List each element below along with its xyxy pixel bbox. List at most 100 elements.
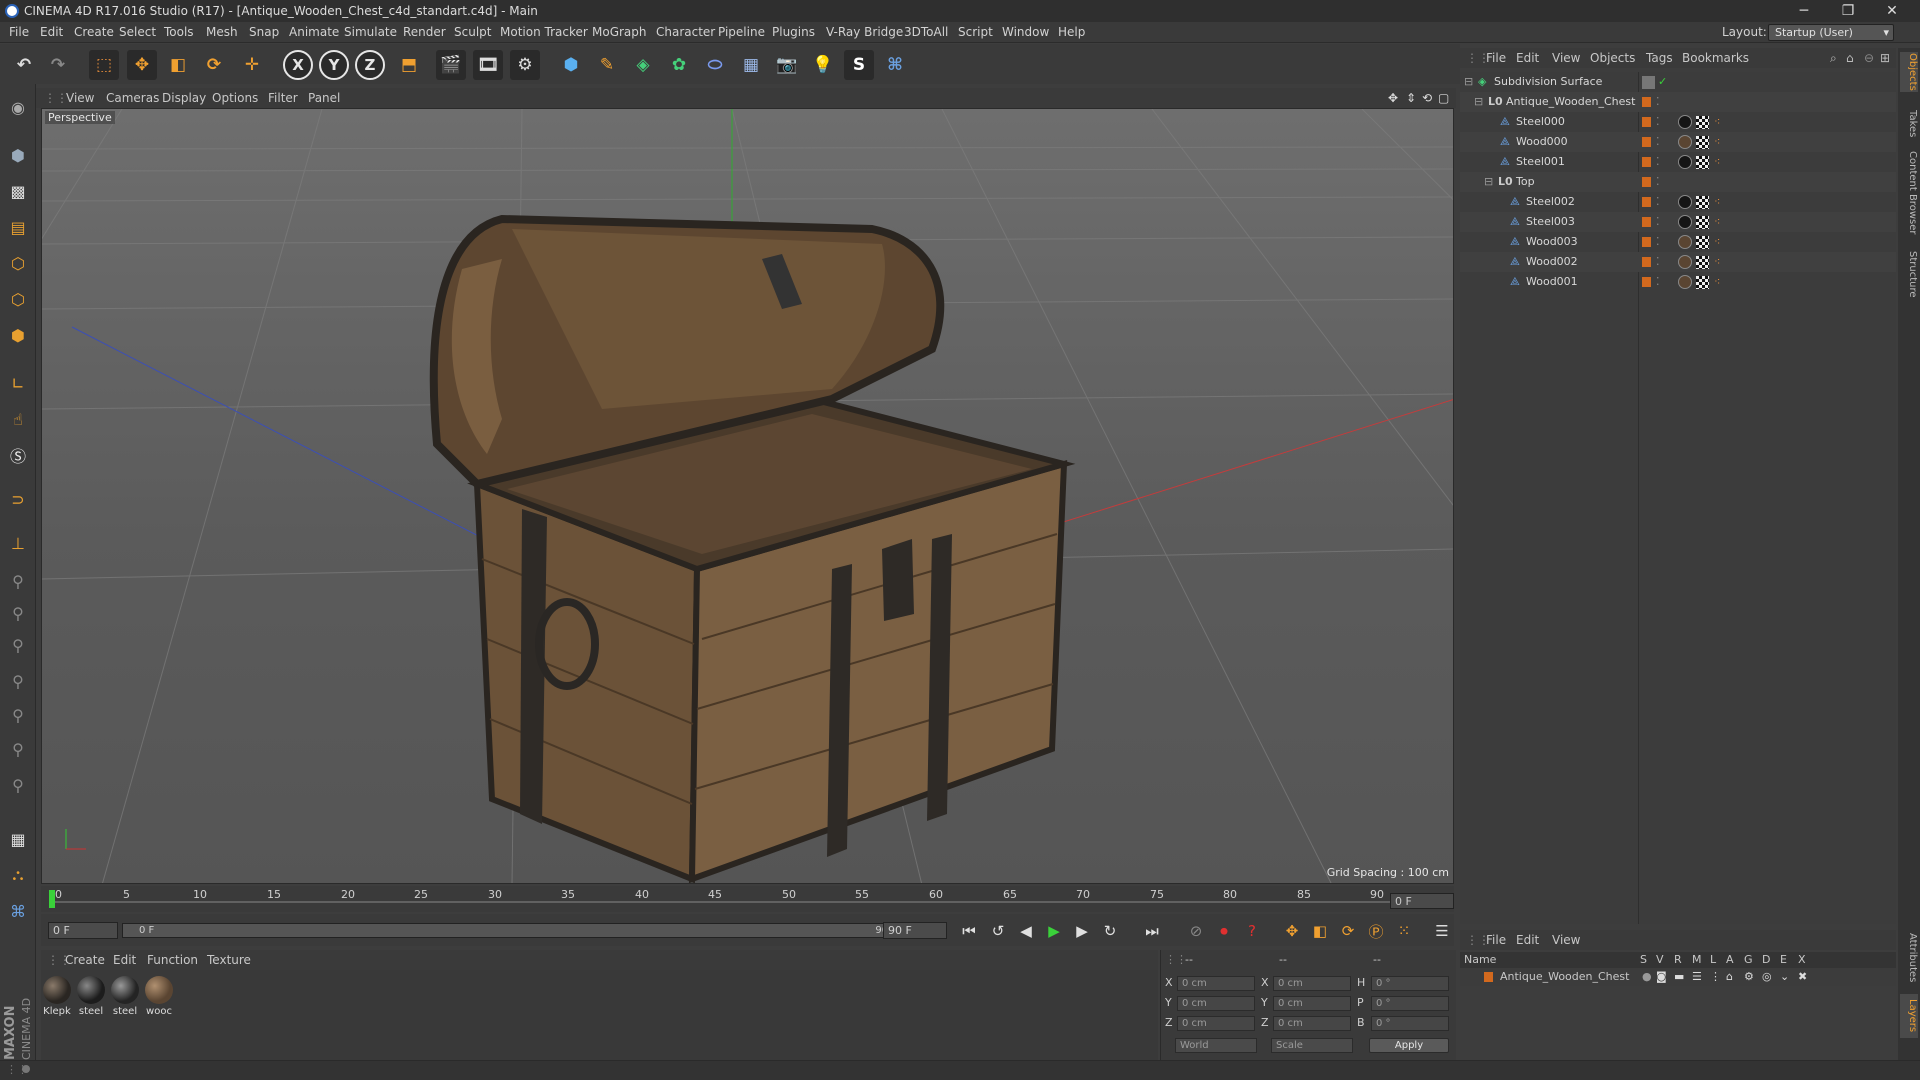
new-view-icon[interactable]: ⊖ (1864, 48, 1874, 68)
perspective-viewport[interactable]: Perspective Grid Spacing : 100 cm (41, 108, 1454, 884)
pen-spline-icon[interactable]: ✎ (592, 50, 622, 80)
menu-sculpt[interactable]: Sculpt (454, 22, 491, 43)
expression-toggle-icon[interactable]: ⌄ (1780, 968, 1789, 986)
loop-tool-icon[interactable]: ⚲ (3, 734, 33, 764)
viewport-maximize-icon[interactable]: ▢ (1438, 88, 1449, 108)
camera-icon[interactable]: 📷 (772, 50, 802, 80)
minimize-button[interactable]: ─ (1782, 0, 1826, 22)
menu-pipeline[interactable]: Pipeline (718, 22, 765, 43)
menu-3dtoall[interactable]: 3DToAll (904, 22, 948, 43)
object-row-wood003[interactable]: ⟁ Wood003 ⁚ ⁖ (1460, 232, 1896, 252)
visibility-dots-icon[interactable]: ⁚ (1656, 252, 1660, 272)
animation-toggle-icon[interactable]: ⌂ (1726, 968, 1733, 986)
menu-vray-bridge[interactable]: V-Ray Bridge (826, 22, 903, 43)
restore-button[interactable]: ❐ (1826, 0, 1870, 22)
visibility-dots-icon[interactable]: ⁚ (1656, 92, 1660, 112)
y-axis-lock-button[interactable]: Y (319, 50, 349, 80)
knife-tool-icon[interactable]: ⚲ (3, 666, 33, 696)
visibility-dots-icon[interactable]: ⁚ (1656, 212, 1660, 232)
z-axis-lock-button[interactable]: Z (355, 50, 385, 80)
tab-attributes[interactable]: Attributes (1900, 928, 1918, 988)
material-tag-icon[interactable] (1678, 135, 1692, 149)
material-tag-icon[interactable] (1678, 275, 1692, 289)
material-swatch[interactable]: steel (110, 976, 140, 1017)
viewport-rotate-icon[interactable]: ⟲ (1422, 88, 1432, 108)
layer-color-icon[interactable] (1642, 217, 1651, 227)
menu-simulate[interactable]: Simulate (344, 22, 397, 43)
next-frame-icon[interactable]: ▶ (1071, 920, 1093, 942)
scale-icon[interactable]: ◧ (163, 50, 193, 80)
objects-menu-objects[interactable]: Objects (1590, 48, 1635, 68)
current-frame-field[interactable]: 0 F (1390, 893, 1454, 909)
auto-key-icon[interactable]: ? (1241, 920, 1263, 942)
material-tag-icon[interactable] (1678, 195, 1692, 209)
menu-edit[interactable]: Edit (40, 22, 63, 43)
go-to-start-icon[interactable]: ⏮ (958, 920, 980, 942)
coordinate-mode-select[interactable]: World (1175, 1038, 1257, 1053)
viewport-menu-cameras[interactable]: Cameras (106, 88, 159, 108)
uvw-tag-icon[interactable] (1696, 196, 1709, 209)
object-row-wood000[interactable]: ⟁ Wood000 ⁚ ⁖ (1460, 132, 1896, 152)
make-editable-icon[interactable]: ◉ (3, 92, 33, 122)
objects-menu-edit[interactable]: Edit (1516, 48, 1539, 68)
x-axis-lock-button[interactable]: X (283, 50, 313, 80)
move-icon[interactable]: ✥ (127, 50, 157, 80)
render-view-icon[interactable]: 🎬 (436, 50, 466, 80)
phong-tag-icon[interactable]: ⁖ (1714, 132, 1720, 152)
object-row-steel003[interactable]: ⟁ Steel003 ⁚ ⁖ (1460, 212, 1896, 232)
objects-menu-bookmarks[interactable]: Bookmarks (1682, 48, 1749, 68)
size-y-field[interactable]: 0 cm (1273, 996, 1351, 1011)
solo-icon[interactable]: ● (1642, 968, 1652, 986)
material-menu-create[interactable]: Create (65, 950, 105, 970)
layer-color-icon[interactable] (1642, 197, 1651, 207)
sculpt-tool-icon[interactable]: ⚲ (3, 566, 33, 596)
key-pla-icon[interactable]: ⁙ (1393, 920, 1415, 942)
viewport-zoom-icon[interactable]: ⇕ (1406, 88, 1416, 108)
pos-x-field[interactable]: 0 cm (1177, 976, 1255, 991)
play-icon[interactable]: ▶ (1043, 920, 1065, 942)
collapse-icon[interactable]: ⊟ (1474, 92, 1483, 112)
key-position-icon[interactable]: ✥ (1281, 920, 1303, 942)
phong-tag-icon[interactable]: ⁖ (1714, 112, 1720, 132)
model-mode-icon[interactable]: ⬢ (3, 140, 33, 170)
object-row-wood002[interactable]: ⟁ Wood002 ⁚ ⁖ (1460, 252, 1896, 272)
material-tag-icon[interactable] (1678, 115, 1692, 129)
phong-tag-icon[interactable]: ⁖ (1714, 152, 1720, 172)
lock-toggle-icon[interactable]: ⋮ (1710, 968, 1721, 986)
start-frame-field[interactable]: 0 F (48, 922, 118, 939)
material-swatch[interactable]: Klepk (42, 976, 72, 1017)
visibility-dots-icon[interactable]: ⁚ (1656, 272, 1660, 292)
object-row-antique-wooden-chest[interactable]: ⊟ L0 Antique_Wooden_Chest ⁚ (1460, 92, 1896, 112)
phong-tag-icon[interactable]: ⁖ (1714, 212, 1720, 232)
uvw-tag-icon[interactable] (1696, 216, 1709, 229)
layer-row[interactable]: Antique_Wooden_Chest ● ◙ ▬ ☰ ⋮ ⌂ ⚙ ◎ ⌄ ✖ (1460, 968, 1896, 986)
workplane-icon[interactable]: ▤ (3, 212, 33, 242)
viewport-menu-options[interactable]: Options (212, 88, 258, 108)
tab-objects[interactable]: Objects (1900, 52, 1918, 92)
visibility-dots-icon[interactable]: ⁚ (1656, 112, 1660, 132)
deformer-icon[interactable]: ⬭ (700, 50, 730, 80)
light-icon[interactable]: 💡 (808, 50, 838, 80)
menu-tools[interactable]: Tools (164, 22, 194, 43)
menu-snap[interactable]: Snap (249, 22, 279, 43)
menu-help[interactable]: Help (1058, 22, 1085, 43)
menu-character[interactable]: Character (656, 22, 715, 43)
prev-keyframe-icon[interactable]: ↺ (987, 920, 1009, 942)
material-tag-icon[interactable] (1678, 255, 1692, 269)
object-row-subdivision-surface[interactable]: ⊟ ◈ Subdivision Surface ✓ (1460, 72, 1896, 92)
collapse-icon[interactable]: ⊟ (1464, 72, 1473, 92)
viewport-menu-filter[interactable]: Filter (268, 88, 298, 108)
menu-create[interactable]: Create (74, 22, 114, 43)
pos-z-field[interactable]: 0 cm (1177, 1016, 1255, 1031)
rot-h-field[interactable]: 0 ° (1371, 976, 1449, 991)
edges-mode-icon[interactable]: ⬡ (3, 284, 33, 314)
workplane-lock-icon[interactable]: ⛬ (3, 860, 33, 890)
view-toggle-icon[interactable]: ◙ (1656, 968, 1667, 986)
frame-range-slider[interactable]: 0 F 90 F (122, 923, 912, 938)
magnet-icon[interactable]: ⊃ (3, 484, 33, 514)
tab-structure[interactable]: Structure (1900, 244, 1918, 304)
render-toggle-icon[interactable]: ▬ (1674, 968, 1684, 986)
layer-color-icon[interactable] (1642, 277, 1651, 287)
layer-color-icon[interactable] (1484, 972, 1493, 982)
python-generator-icon[interactable]: ⌘ (3, 896, 33, 926)
